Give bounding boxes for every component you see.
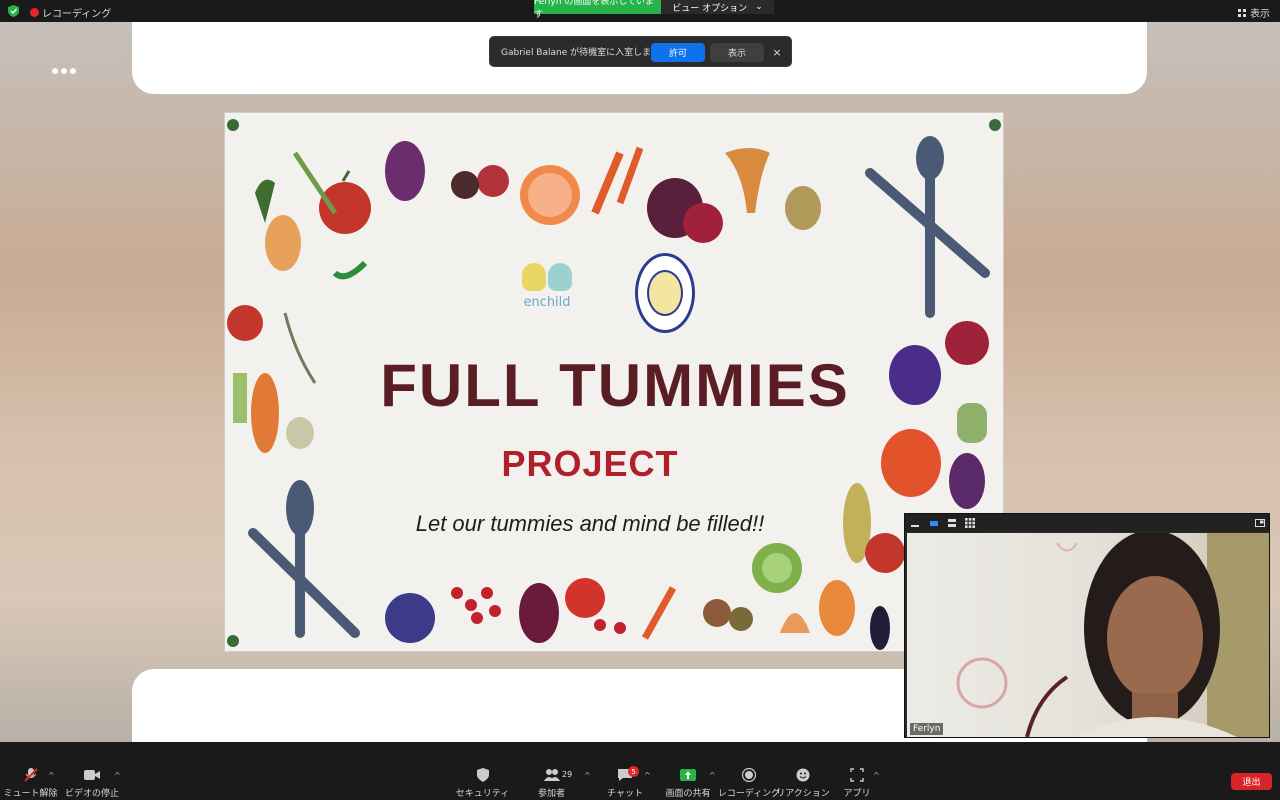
gallery-view-icon[interactable] — [965, 518, 975, 528]
share-screen-label: 画面の共有 — [665, 789, 711, 799]
chat-label: チャット — [607, 789, 643, 799]
security-button[interactable]: セキュリティ — [456, 742, 509, 800]
unmute-button[interactable]: ミュート解除 — [4, 742, 58, 800]
banner-tagline: Let our tummies and mind be filled!! — [415, 511, 765, 536]
shield-icon — [476, 768, 489, 782]
apps-label: アプリ — [843, 789, 871, 799]
microphone-muted-icon — [23, 768, 38, 782]
stop-video-label: ビデオの停止 — [65, 789, 120, 799]
pop-out-icon[interactable] — [1255, 518, 1265, 528]
share-screen-button[interactable]: 画面の共有 — [665, 742, 711, 800]
waiting-room-message: Gabriel Balane が待機室に入室しました — [501, 48, 670, 58]
participant-video: Ferlyn — [907, 533, 1269, 737]
recording-label: レコーディング — [42, 9, 112, 20]
security-label: セキュリティ — [455, 789, 510, 799]
participants-options-caret[interactable]: ^ — [584, 771, 591, 780]
record-label: レコーディング — [717, 789, 781, 799]
apps-options-caret[interactable]: ^ — [873, 771, 880, 780]
meeting-toolbar: ミュート解除 ^ ビデオの停止 ^ セキュリティ 参加者 29 ^ チャット 5… — [0, 742, 1280, 800]
strip-view-icon[interactable] — [947, 518, 957, 528]
stop-video-button[interactable]: ビデオの停止 — [65, 742, 120, 800]
chevron-down-icon: ⌄ — [755, 2, 763, 12]
screen-share-banner: Ferlyn の画面を表示しています — [534, 0, 661, 20]
video-camera-icon — [84, 770, 100, 780]
show-waiting-room-button[interactable]: 表示 — [710, 43, 764, 62]
participants-count: 29 — [562, 770, 573, 779]
view-options-button[interactable]: ビュー オプション ⌄ — [661, 0, 774, 14]
view-label: 表示 — [1250, 9, 1270, 20]
chat-unread-badge: 5 — [628, 766, 639, 777]
enchild-logo: enchild — [517, 263, 577, 323]
speaker-view-icon[interactable] — [929, 518, 939, 528]
banner-subtitle: PROJECT — [501, 443, 679, 484]
school-seal-logo — [635, 253, 695, 333]
apps-button[interactable]: アプリ — [843, 742, 871, 800]
reactions-label: リアクション — [776, 789, 830, 799]
participants-label: 参加者 — [537, 789, 565, 799]
smiley-icon — [796, 768, 810, 782]
record-button[interactable]: レコーディング — [718, 742, 780, 800]
chat-options-caret[interactable]: ^ — [644, 771, 651, 780]
grid-icon — [1238, 8, 1246, 17]
project-banner: enchild FULL TUMMIES PROJECT Let our tum… — [224, 112, 1004, 652]
participants-icon — [543, 769, 560, 781]
video-panel-toolbar — [905, 514, 1269, 532]
recording-indicator[interactable]: レコーディング — [30, 5, 111, 20]
record-dot-icon — [30, 8, 39, 17]
minimize-icon[interactable] — [910, 518, 920, 528]
more-options-icon[interactable] — [52, 68, 76, 74]
top-bar: レコーディング Ferlyn の画面を表示しています ビュー オプション ⌄ 表… — [0, 0, 1280, 22]
participant-name-tag: Ferlyn — [910, 723, 944, 735]
apps-icon — [850, 768, 864, 782]
reactions-button[interactable]: リアクション — [776, 742, 830, 800]
enchild-logo-text: enchild — [523, 295, 571, 310]
audio-options-caret[interactable]: ^ — [48, 771, 55, 780]
video-panel[interactable]: Ferlyn — [904, 513, 1270, 738]
admit-button[interactable]: 許可 — [651, 43, 705, 62]
share-options-caret[interactable]: ^ — [709, 771, 716, 780]
video-options-caret[interactable]: ^ — [114, 771, 121, 780]
record-icon — [741, 768, 757, 782]
unmute-label: ミュート解除 — [3, 789, 58, 799]
close-icon[interactable]: × — [770, 43, 784, 62]
view-button[interactable]: 表示 — [1238, 5, 1270, 20]
leave-button[interactable]: 退出 — [1231, 773, 1272, 790]
view-options-label: ビュー オプション — [672, 3, 748, 14]
participant-video-frame — [956, 533, 1269, 737]
waiting-room-notification: Gabriel Balane が待機室に入室しました 許可 表示 × — [489, 36, 792, 67]
banner-title: FULL TUMMIES — [380, 352, 850, 419]
share-screen-icon — [680, 769, 696, 781]
shield-check-icon[interactable] — [8, 5, 19, 17]
